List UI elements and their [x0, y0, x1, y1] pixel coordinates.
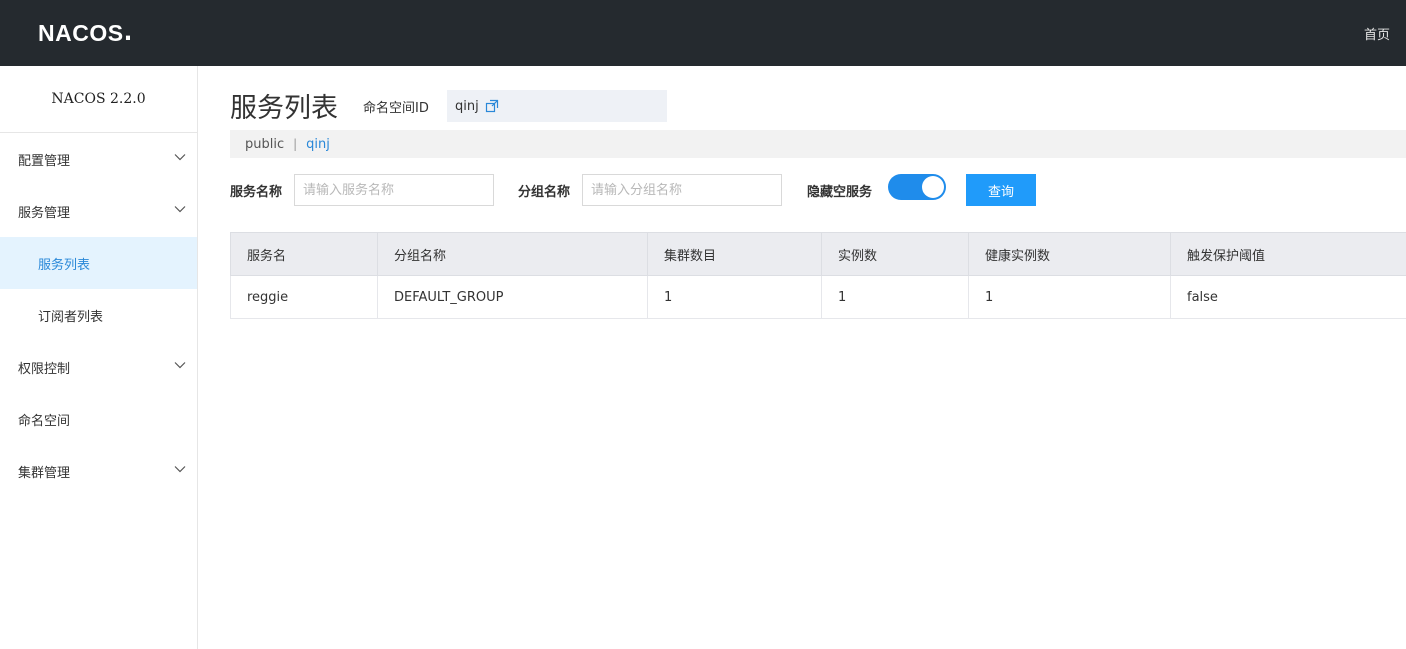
cell-protect-threshold: false [1170, 275, 1406, 319]
namespace-id-box: qinj [447, 90, 667, 122]
sidebar-item-service-list[interactable]: 服务列表 [0, 237, 197, 289]
sidebar-item-cluster-management[interactable]: 集群管理 [0, 445, 197, 497]
chevron-down-icon [173, 358, 187, 372]
namespace-switcher: public | qinj [230, 130, 1406, 158]
top-header: NACOS. 首页 [0, 0, 1406, 66]
group-name-label: 分组名称 [518, 184, 571, 200]
nacos-logo[interactable]: NACOS. [38, 18, 132, 48]
hide-empty-toggle[interactable] [888, 174, 946, 200]
group-name-input[interactable] [582, 174, 783, 206]
hide-empty-label: 隐藏空服务 [807, 184, 873, 200]
service-name-input[interactable] [294, 174, 495, 206]
chevron-down-icon [173, 150, 187, 164]
service-table: 服务名 分组名称 集群数目 实例数 健康实例数 触发保护阈值 reggie DE… [230, 232, 1406, 319]
namespace-id-value: qinj [455, 98, 479, 114]
namespace-public-link[interactable]: public [245, 137, 284, 152]
namespace-qinj-link[interactable]: qinj [306, 137, 330, 152]
sidebar-item-label: 服务管理 [18, 205, 71, 221]
namespace-id-label: 命名空间ID [363, 101, 429, 116]
home-link[interactable]: 首页 [1364, 24, 1390, 43]
column-header-instance-count: 实例数 [821, 232, 969, 276]
page-title: 服务列表 [230, 93, 338, 124]
column-header-service-name: 服务名 [230, 232, 378, 276]
sidebar-item-label: 订阅者列表 [38, 309, 104, 325]
table-header-row: 服务名 分组名称 集群数目 实例数 健康实例数 触发保护阈值 [230, 232, 1406, 276]
sidebar-item-label: 集群管理 [18, 465, 71, 481]
sidebar-item-label: 服务列表 [38, 257, 91, 273]
hide-empty-filter: 隐藏空服务 [807, 174, 872, 206]
sidebar-item-service-management[interactable]: 服务管理 [0, 185, 197, 237]
main-content: 服务列表 命名空间ID qinj public | qinj 服务名称 分组名称… [230, 66, 1406, 649]
sidebar-item-access-control[interactable]: 权限控制 [0, 341, 197, 393]
sidebar-item-config-management[interactable]: 配置管理 [0, 133, 197, 185]
cell-instance-count: 1 [821, 275, 969, 319]
service-name-filter: 服务名称 [230, 174, 495, 206]
cell-group-name: DEFAULT_GROUP [377, 275, 648, 319]
logo-dot: . [123, 20, 133, 46]
chevron-down-icon [173, 202, 187, 216]
query-button[interactable]: 查询 [966, 174, 1036, 206]
group-name-filter: 分组名称 [518, 174, 783, 206]
column-header-group-name: 分组名称 [377, 232, 648, 276]
sidebar-item-label: 命名空间 [18, 413, 71, 429]
sidebar: NACOS 2.2.0 配置管理 服务管理 服务列表 订阅者列表 权限控制 命名… [0, 66, 198, 649]
namespace-separator: | [293, 137, 298, 151]
cell-cluster-count: 1 [647, 275, 822, 319]
sidebar-item-subscriber-list[interactable]: 订阅者列表 [0, 289, 197, 341]
toggle-knob [922, 176, 944, 198]
service-name-label: 服务名称 [230, 184, 283, 200]
sidebar-item-namespace[interactable]: 命名空间 [0, 393, 197, 445]
column-header-cluster-count: 集群数目 [647, 232, 822, 276]
chevron-down-icon [173, 462, 187, 476]
sidebar-item-label: 权限控制 [18, 361, 71, 377]
column-header-protect-threshold: 触发保护阈值 [1170, 232, 1406, 276]
column-header-healthy-instance-count: 健康实例数 [968, 232, 1171, 276]
logo-text: NACOS [38, 19, 124, 46]
copy-icon[interactable] [485, 99, 499, 113]
cell-service-name: reggie [230, 275, 378, 319]
version-label: NACOS 2.2.0 [0, 66, 197, 133]
cell-healthy-instance-count: 1 [968, 275, 1171, 319]
sidebar-item-label: 配置管理 [18, 153, 71, 169]
table-row: reggie DEFAULT_GROUP 1 1 1 false [230, 275, 1406, 319]
